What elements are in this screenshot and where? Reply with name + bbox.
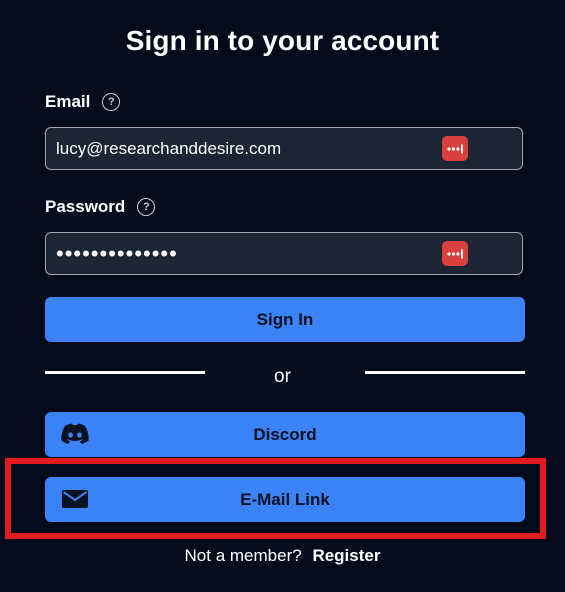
email-label: Email	[45, 92, 91, 111]
sign-in-button[interactable]: Sign In	[45, 297, 525, 342]
discord-icon	[59, 422, 91, 446]
password-field-container	[45, 232, 523, 275]
footer: Not a member? Register	[0, 546, 565, 566]
sign-in-label: Sign In	[256, 310, 314, 329]
email-link-button[interactable]: E-Mail Link	[45, 477, 525, 522]
password-field[interactable]	[56, 233, 436, 274]
password-label: Password	[45, 197, 126, 216]
question-circle-icon[interactable]: ?	[102, 93, 121, 111]
password-manager-icon[interactable]	[442, 136, 468, 161]
password-manager-icon[interactable]	[442, 241, 468, 266]
password-label-row: Password ?	[45, 197, 156, 217]
divider-line-right	[365, 371, 525, 374]
question-circle-icon[interactable]: ?	[137, 198, 156, 216]
email-label-row: Email ?	[45, 92, 121, 112]
page-title: Sign in to your account	[125, 25, 440, 56]
divider-text: or	[274, 366, 291, 387]
email-field-container	[45, 127, 523, 170]
envelope-icon	[59, 487, 91, 511]
discord-label: Discord	[253, 425, 317, 444]
email-field[interactable]	[56, 128, 436, 169]
not-a-member-text: Not a member?	[184, 546, 302, 565]
email-link-label: E-Mail Link	[240, 490, 330, 509]
discord-button[interactable]: Discord	[45, 412, 525, 457]
register-link[interactable]: Register	[312, 546, 380, 565]
